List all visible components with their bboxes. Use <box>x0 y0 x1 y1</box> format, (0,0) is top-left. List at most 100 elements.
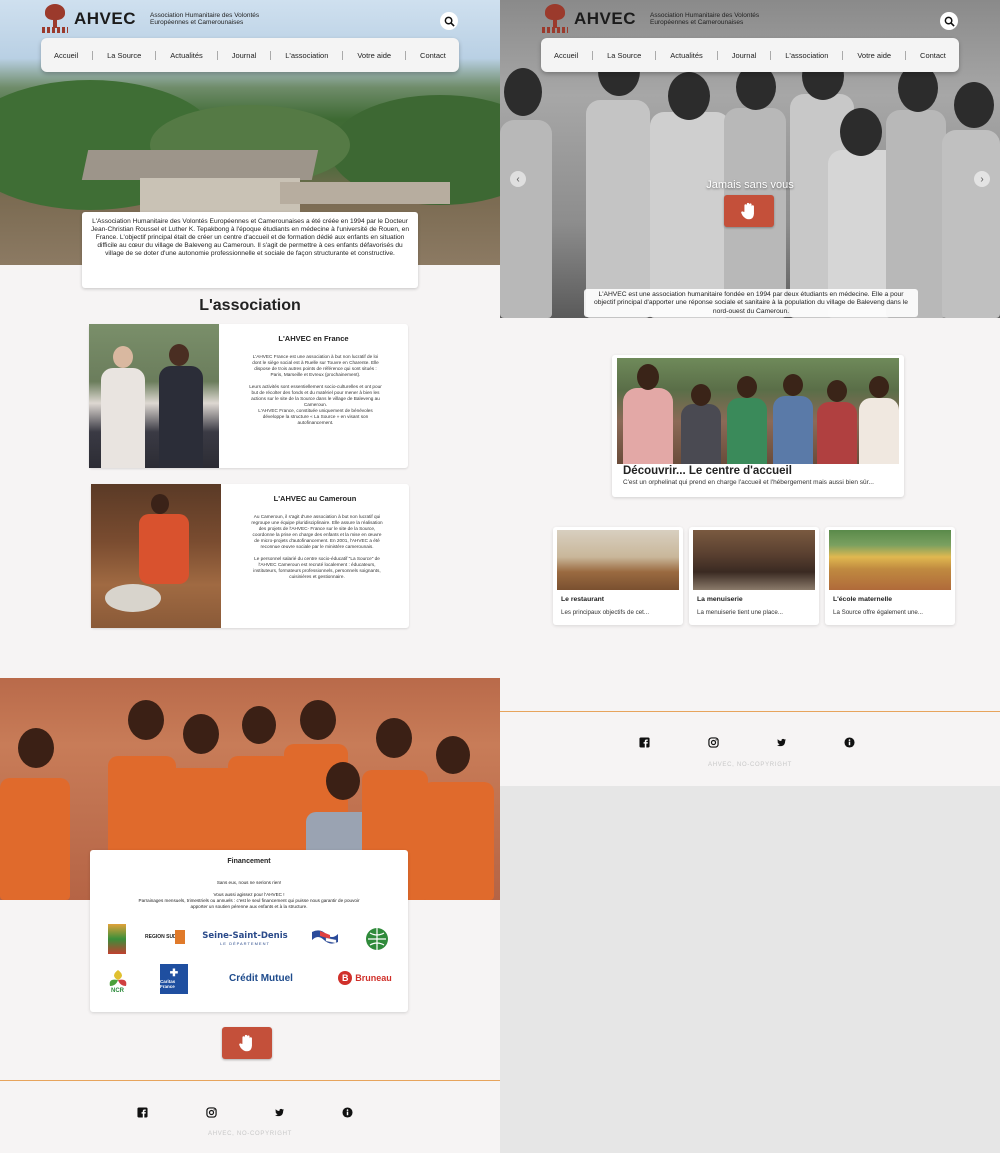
nav-divider <box>92 50 94 60</box>
card-body: Sans eux, nous ne serions rien! Vous aus… <box>138 880 360 909</box>
nav-item-accueil[interactable]: Accueil <box>554 51 578 60</box>
donate-button[interactable] <box>222 1027 272 1059</box>
twitter-link[interactable] <box>273 1106 285 1118</box>
photo-menuiserie <box>693 530 815 590</box>
info-link[interactable] <box>843 736 855 748</box>
instagram-icon <box>205 1106 217 1118</box>
brand-subtitle-line: Association Humanitaire des Volontés <box>650 12 760 19</box>
nav-item-actualites[interactable]: Actualités <box>670 51 703 60</box>
card-menuiserie[interactable]: La menuiserie La menuiserie tient une pl… <box>689 527 819 625</box>
donate-button[interactable] <box>724 195 774 227</box>
search-button[interactable] <box>440 12 458 30</box>
nav-divider <box>655 50 657 60</box>
sponsor-logo-ncr[interactable]: NCR <box>106 966 130 994</box>
card-body: L'AHVEC France est une association à but… <box>249 354 382 425</box>
photo-founders <box>89 324 219 468</box>
nav-item-la-source[interactable]: La Source <box>107 51 141 60</box>
brand-name: AHVEC <box>574 9 637 28</box>
nav-item-association[interactable]: L'association <box>785 51 828 60</box>
photo-group <box>617 358 899 464</box>
sponsor-name: Bruneau <box>355 973 392 983</box>
page-association: AHVEC Association Humanitaire des Volont… <box>0 0 500 1153</box>
info-icon <box>843 736 855 748</box>
sponsor-logo-seine-saint-denis[interactable]: Seine-Saint-Denis LE DÉPARTEMENT <box>200 926 290 950</box>
instagram-link[interactable] <box>205 1106 217 1118</box>
nav-divider <box>342 50 344 60</box>
info-icon <box>341 1106 353 1118</box>
main-nav: Accueil La Source Actualités Journal L'a… <box>41 38 459 72</box>
logo[interactable]: AHVEC Association Humanitaire des Volont… <box>542 4 759 34</box>
sponsor-logo-bruneau[interactable]: B Bruneau <box>334 968 396 988</box>
sponsor-logo-nouvelle-aquitaine[interactable] <box>108 924 126 954</box>
slide-caption: L'AHVEC est une association humanitaire … <box>584 289 918 317</box>
nav-divider <box>905 50 907 60</box>
sponsor-logo-globe[interactable] <box>362 926 392 952</box>
nav-item-journal[interactable]: Journal <box>232 51 257 60</box>
facebook-link[interactable] <box>638 736 650 748</box>
sponsor-logo-region-sud[interactable]: REGION SUD <box>145 926 185 948</box>
sponsor-name: NCR <box>111 988 125 994</box>
card-ecole-maternelle[interactable]: L'école maternelle La Source offre égale… <box>825 527 955 625</box>
card-title: L'école maternelle <box>833 596 893 603</box>
facebook-icon <box>638 736 650 748</box>
building <box>140 178 300 212</box>
twitter-link[interactable] <box>775 736 787 748</box>
instagram-icon <box>707 736 719 748</box>
info-link[interactable] <box>341 1106 353 1118</box>
twitter-icon <box>776 738 786 746</box>
nav-divider <box>270 50 272 60</box>
hand-icon <box>239 1034 252 1052</box>
nav-divider <box>155 50 157 60</box>
card-title: Le restaurant <box>561 596 605 603</box>
instagram-link[interactable] <box>707 736 719 748</box>
financement-card: Financement Sans eux, nous ne serions ri… <box>90 850 408 1012</box>
card-ahvec-france: L'AHVEC en France L'AHVEC France est une… <box>89 324 408 468</box>
copyright: AHVEC, NO-COPYRIGHT <box>208 1131 292 1137</box>
nav-item-actualites[interactable]: Actualités <box>170 51 203 60</box>
tree-logo-icon <box>542 4 568 34</box>
card-title: La menuiserie <box>697 596 743 603</box>
section-title: L'association <box>199 297 301 314</box>
card-text: Les principaux objectifs de cet... <box>561 609 650 616</box>
building-roof <box>280 182 450 204</box>
photo-ecole <box>829 530 951 590</box>
nav-divider <box>770 50 772 60</box>
sponsor-logo-credit-mutuel[interactable]: Crédit Mutuel <box>218 968 304 988</box>
card-restaurant[interactable]: Le restaurant Les principaux objectifs d… <box>553 527 683 625</box>
nav-item-journal[interactable]: Journal <box>732 51 757 60</box>
nav-item-votre-aide[interactable]: Votre aide <box>857 51 891 60</box>
building-roof <box>81 150 319 180</box>
search-icon <box>944 16 955 27</box>
photo-cook <box>91 484 221 628</box>
nav-item-votre-aide[interactable]: Votre aide <box>357 51 391 60</box>
sponsor-name: Caritas France <box>160 979 176 989</box>
brand-subtitle-line: Européennes et Camerounaises <box>650 19 744 26</box>
sponsor-logo-caritas[interactable]: ✚ Caritas France <box>160 964 188 994</box>
brand-subtitle-line: Européennes et Camerounaises <box>150 19 244 26</box>
card-text: La menuiserie tient une place... <box>697 609 783 616</box>
search-icon <box>444 16 455 27</box>
sponsor-name: Crédit Mutuel <box>229 972 293 984</box>
nav-item-contact[interactable]: Contact <box>420 51 446 60</box>
discover-card[interactable]: Découvrir... Le centre d'accueil C'est u… <box>612 355 904 497</box>
nav-item-contact[interactable]: Contact <box>920 51 946 60</box>
intro-text: L'Association Humanitaire des Volontés E… <box>82 212 418 288</box>
logo[interactable]: AHVEC Association Humanitaire des Volont… <box>42 4 259 34</box>
sponsor-name: REGION SUD <box>145 934 177 940</box>
nav-item-association[interactable]: L'association <box>285 51 328 60</box>
slide-title: Jamais sans vous <box>706 179 794 191</box>
nav-item-accueil[interactable]: Accueil <box>54 51 78 60</box>
card-body: Au Cameroun, il s'agit d'une association… <box>251 514 383 579</box>
sponsor-logo-flag[interactable] <box>310 926 340 950</box>
card-text: La Source offre également une... <box>833 609 924 616</box>
page-accueil: AHVEC Association Humanitaire des Volont… <box>500 0 1000 1153</box>
nav-divider <box>716 50 718 60</box>
search-button[interactable] <box>940 12 958 30</box>
facebook-link[interactable] <box>136 1106 148 1118</box>
footer-divider <box>0 1080 500 1081</box>
brand-name: AHVEC <box>74 9 137 28</box>
nav-item-la-source[interactable]: La Source <box>607 51 641 60</box>
discover-text: C'est un orphelinat qui prend en charge … <box>623 479 874 486</box>
nav-divider <box>405 50 407 60</box>
copyright: AHVEC, NO-COPYRIGHT <box>708 762 792 768</box>
